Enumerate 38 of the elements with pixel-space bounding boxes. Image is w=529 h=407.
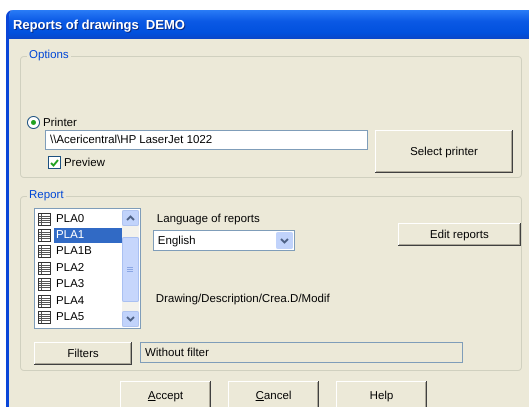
preview-checkbox[interactable] [48,156,61,169]
list-item[interactable]: PLA0 [54,212,86,227]
table-icon [38,245,51,258]
group-legend: Options [27,49,71,61]
description-text: Drawing/Description/Crea.D/Modif [156,293,330,305]
table-icon [38,294,51,308]
list-item[interactable]: PLA5 [54,310,86,326]
list-item[interactable]: PLA1B [54,244,94,260]
grip-icon [127,267,134,272]
table-icon [38,311,51,324]
filters-button[interactable]: Filters [34,342,132,365]
select-printer-button[interactable]: Select printer [375,130,513,173]
dropdown-icon [280,238,289,244]
list-item[interactable]: PLA1 [54,228,122,244]
dialog-button[interactable]: Accept [120,381,211,407]
dialog-button[interactable]: Help [336,381,427,407]
filter-field: Without filter [140,342,463,363]
table-icon [38,262,51,275]
window-title: Reports of drawings DEMO [9,10,529,39]
table-icon [38,212,51,226]
list-item[interactable]: PLA3 [54,277,86,292]
table-icon [38,229,51,242]
scroll-up-icon [126,215,135,221]
dialog-button[interactable]: Cancel [228,381,319,407]
printer-path-field[interactable]: \\Acericentral\HP LaserJet 1022 [45,130,368,150]
edit-reports-button[interactable]: Edit reports [398,223,521,246]
group-legend: Report [27,189,66,201]
printer-radio[interactable] [27,116,40,129]
scroll-down-icon [126,316,135,322]
report-list[interactable]: PLA0 PLA1 PLA1B PLA2 PLA3 PLA4 PLA5 [34,208,141,329]
radio-label: Printer [43,116,77,128]
list-item[interactable]: PLA4 [54,294,86,309]
scrollbar[interactable] [122,210,139,327]
list-item[interactable]: PLA2 [54,260,86,276]
checkbox-label: Preview [64,156,105,168]
language-dropdown[interactable]: English [152,230,295,251]
table-icon [38,278,51,292]
language-label: Language of reports [156,213,261,225]
